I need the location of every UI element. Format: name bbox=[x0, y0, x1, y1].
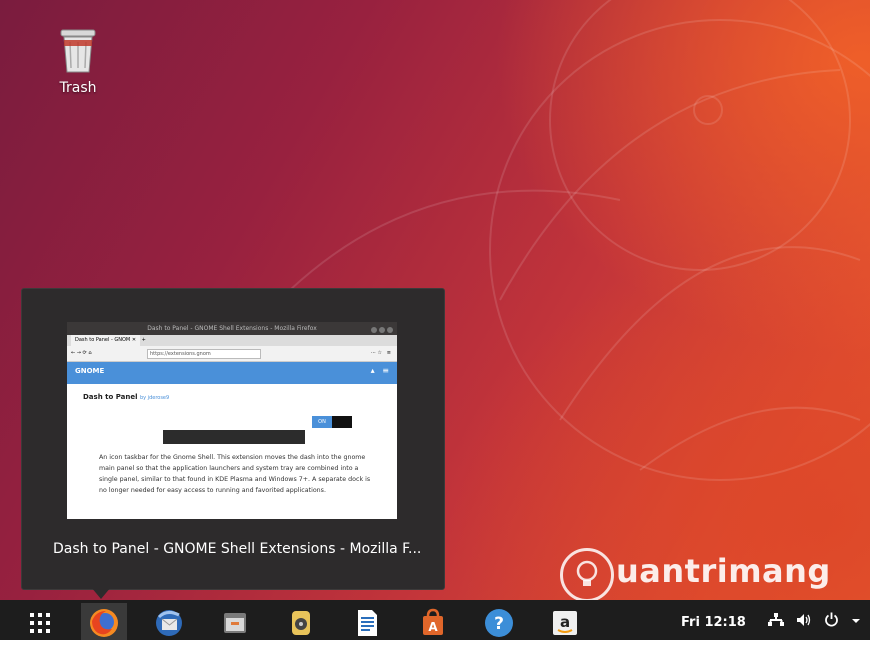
trash-label: Trash bbox=[59, 80, 97, 96]
libreoffice-writer-launcher[interactable] bbox=[344, 603, 390, 643]
preview-window-title: Dash to Panel - GNOME Shell Extensions -… bbox=[53, 541, 422, 557]
grid-icon bbox=[30, 613, 50, 633]
firefox-icon bbox=[90, 609, 118, 637]
maximize-icon bbox=[379, 327, 385, 333]
network-icon[interactable] bbox=[768, 612, 784, 631]
caret-down-icon[interactable] bbox=[851, 614, 861, 629]
screenshot-border bbox=[0, 640, 870, 645]
power-icon[interactable] bbox=[824, 612, 839, 631]
thumb-content: Dash to Panel by jderose9 bbox=[67, 384, 397, 401]
popup-pointer bbox=[91, 587, 111, 599]
watermark-text: uantrimang bbox=[616, 552, 831, 590]
thumb-titlebar-text: Dash to Panel - GNOME Shell Extensions -… bbox=[147, 325, 317, 332]
help-icon: ? bbox=[485, 609, 513, 637]
writer-icon bbox=[358, 610, 377, 636]
clock[interactable]: Fri 12:18 bbox=[681, 615, 746, 630]
rhythmbox-launcher[interactable] bbox=[278, 603, 324, 643]
thumb-url: https://extensions.gnom bbox=[147, 349, 261, 359]
software-icon: A bbox=[423, 608, 443, 635]
thumb-navbar: ← → ⟳ ⌂ https://extensions.gnom ⋯ ☆ ≡ bbox=[67, 346, 397, 362]
taskbar: A ? a Fri 12:18 bbox=[0, 600, 870, 645]
ubuntu-software-launcher[interactable]: A bbox=[410, 603, 456, 643]
thumb-titlebar: Dash to Panel - GNOME Shell Extensions -… bbox=[67, 322, 397, 335]
thumb-description: An icon taskbar for the Gnome Shell. Thi… bbox=[99, 454, 371, 494]
thumb-gnome-header: GNOME ▴ ≡ bbox=[67, 362, 397, 384]
help-launcher[interactable]: ? bbox=[476, 603, 522, 643]
amazon-icon: a bbox=[553, 611, 577, 635]
thumb-ext-by: by jderose9 bbox=[139, 395, 170, 401]
show-applications-button[interactable] bbox=[17, 603, 63, 643]
thumb-ext-name: Dash to Panel bbox=[83, 393, 138, 401]
svg-text:?: ? bbox=[494, 614, 504, 634]
svg-text:A: A bbox=[428, 620, 438, 634]
thumb-nav-icons: ⋯ ☆ ≡ bbox=[370, 350, 391, 356]
watermark-bulb-icon bbox=[560, 548, 614, 602]
files-launcher[interactable] bbox=[212, 603, 258, 643]
thumb-tab: Dash to Panel - GNOM ✕ bbox=[71, 335, 141, 346]
gnome-logo: GNOME bbox=[75, 367, 105, 375]
thumb-header-icons: ▴ ≡ bbox=[370, 366, 389, 375]
thumb-toggle-off bbox=[332, 416, 352, 428]
thunderbird-launcher[interactable] bbox=[146, 603, 192, 643]
close-icon bbox=[387, 327, 393, 333]
window-thumbnail[interactable]: Dash to Panel - GNOME Shell Extensions -… bbox=[67, 322, 397, 519]
desktop-background: Trash Dash to Panel - GNOME Shell Extens… bbox=[0, 0, 870, 645]
thumb-ext-title: Dash to Panel by jderose9 bbox=[83, 393, 377, 401]
thumb-toggle-on: ON bbox=[312, 416, 332, 428]
lightbulb-icon bbox=[576, 560, 598, 586]
thumb-panel-screenshot bbox=[163, 430, 305, 444]
thumb-tabbar: Dash to Panel - GNOM ✕ + bbox=[67, 335, 397, 346]
thunderbird-icon bbox=[156, 610, 182, 636]
amazon-launcher[interactable]: a bbox=[542, 603, 588, 643]
rhythmbox-icon bbox=[292, 611, 310, 635]
volume-icon[interactable] bbox=[796, 613, 812, 631]
trash-icon bbox=[60, 29, 96, 73]
system-tray[interactable] bbox=[768, 612, 869, 631]
trash-desktop-icon[interactable]: Trash bbox=[50, 26, 106, 96]
window-preview-popup[interactable]: Dash to Panel - GNOME Shell Extensions -… bbox=[21, 288, 445, 590]
svg-text:a: a bbox=[560, 613, 570, 631]
nav-buttons-icon: ← → ⟳ ⌂ bbox=[71, 350, 92, 356]
new-tab-icon: + bbox=[141, 337, 146, 343]
files-icon bbox=[224, 613, 246, 633]
minimize-icon bbox=[371, 327, 377, 333]
thumb-toggle: ON bbox=[312, 416, 352, 428]
thumb-tab-label: Dash to Panel - GNOM bbox=[75, 337, 131, 343]
firefox-launcher[interactable] bbox=[81, 603, 127, 643]
